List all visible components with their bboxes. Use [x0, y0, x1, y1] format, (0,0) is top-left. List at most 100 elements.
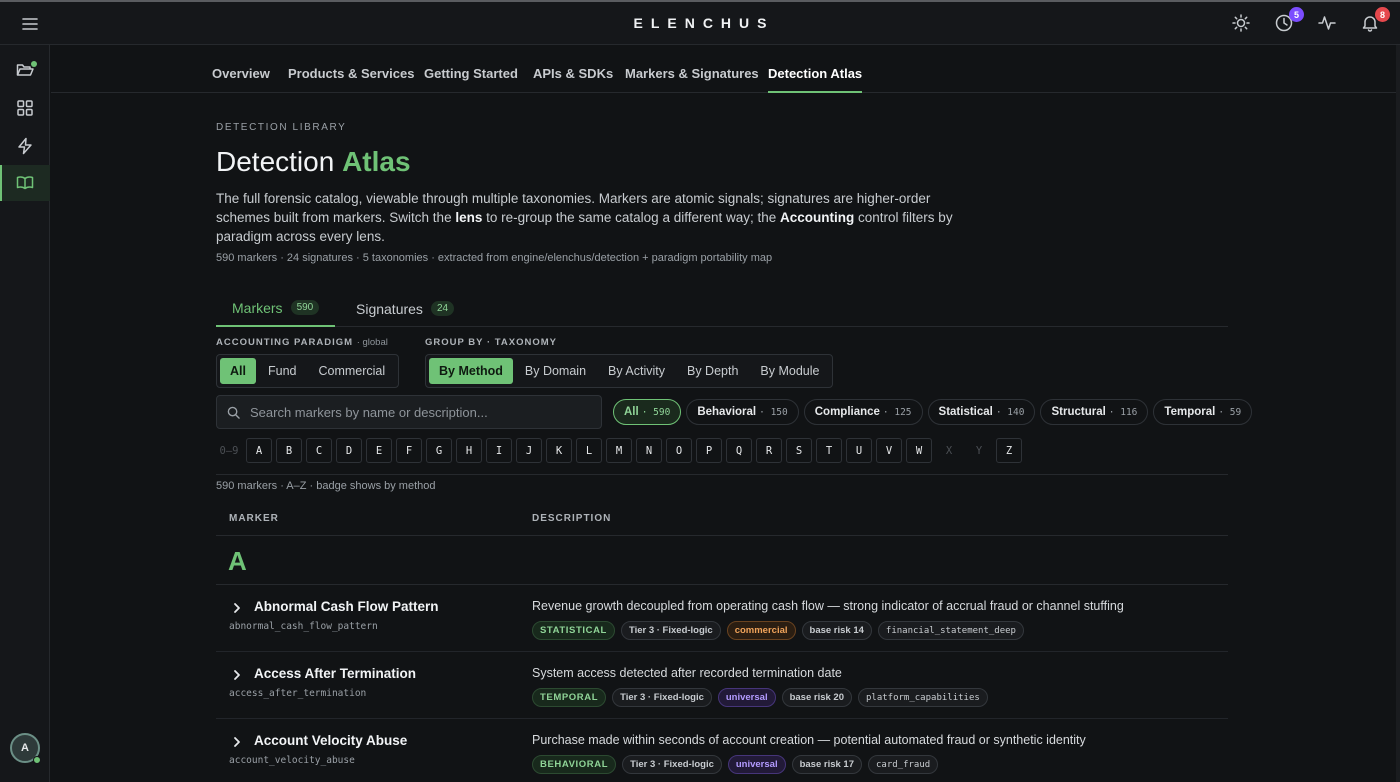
alpha-d[interactable]: D: [336, 438, 362, 463]
tab-label: Signatures: [356, 300, 423, 317]
page-description: The full forensic catalog, viewable thro…: [216, 189, 966, 246]
chip-all[interactable]: All · 590: [613, 399, 682, 425]
status-dot: [31, 61, 37, 67]
chip-behavioral[interactable]: Behavioral · 150: [686, 399, 799, 425]
nav-tab-products-services[interactable]: Products & Services: [288, 45, 414, 93]
alpha-n[interactable]: N: [636, 438, 662, 463]
desc-emphasis-accounting: Accounting: [780, 210, 855, 225]
paradigm-label: ACCOUNTING PARADIGM · global: [216, 337, 388, 348]
nav-tab-overview[interactable]: Overview: [212, 45, 270, 93]
alpha-h[interactable]: H: [456, 438, 482, 463]
alpha-a[interactable]: A: [246, 438, 272, 463]
avatar[interactable]: A: [10, 733, 41, 764]
alpha-j[interactable]: J: [516, 438, 542, 463]
paradigm-option-fund[interactable]: Fund: [258, 358, 307, 384]
sidebar: A: [0, 45, 50, 782]
chip-temporal[interactable]: Temporal · 59: [1153, 399, 1253, 425]
sidebar-item-dashboard[interactable]: [0, 90, 50, 126]
nav-tab-apis-sdks[interactable]: APIs & SDKs: [533, 45, 613, 93]
chip-label: All: [624, 406, 639, 418]
alpha-s[interactable]: S: [786, 438, 812, 463]
search-input[interactable]: [250, 404, 590, 420]
sidebar-item-cases[interactable]: [0, 52, 50, 88]
alpha-x: X: [945, 444, 953, 457]
notifications-bell-icon[interactable]: 8: [1358, 7, 1390, 35]
table-row[interactable]: Account Velocity Abuse account_velocity_…: [216, 719, 1228, 782]
chip-label: Statistical: [938, 406, 993, 418]
alpha-t[interactable]: T: [816, 438, 842, 463]
theme-toggle-sun-icon[interactable]: [1229, 11, 1253, 35]
tab-signatures[interactable]: Signatures 24: [340, 290, 470, 327]
activity-pulse-icon[interactable]: [1315, 11, 1339, 35]
chevron-right-icon[interactable]: [230, 601, 244, 615]
sidebar-item-library[interactable]: [0, 165, 50, 201]
alpha-g[interactable]: G: [426, 438, 452, 463]
alpha-w[interactable]: W: [906, 438, 932, 463]
tab-markers[interactable]: Markers 590: [216, 290, 336, 327]
alpha-o[interactable]: O: [666, 438, 692, 463]
chip-label: Structural: [1051, 406, 1106, 418]
groupby-option-domain[interactable]: By Domain: [515, 358, 596, 384]
alpha-c[interactable]: C: [306, 438, 332, 463]
method-badge: STATISTICAL: [532, 621, 615, 640]
alpha-b[interactable]: B: [276, 438, 302, 463]
alpha-f[interactable]: F: [396, 438, 422, 463]
tab-label: Markers: [232, 299, 283, 316]
groupby-option-depth[interactable]: By Depth: [677, 358, 748, 384]
alpha-q[interactable]: Q: [726, 438, 752, 463]
chip-count: · 59: [1218, 406, 1242, 418]
chip-compliance[interactable]: Compliance · 125: [803, 399, 923, 425]
groupby-option-activity[interactable]: By Activity: [598, 358, 675, 384]
groupby-segmented-control: By Method By Domain By Activity By Depth…: [425, 354, 834, 388]
chevron-right-icon[interactable]: [230, 735, 244, 749]
desc-emphasis-lens: lens: [455, 210, 483, 225]
alpha-m[interactable]: M: [606, 438, 632, 463]
alphabet-index: 0–9 A B C D E F G H I J K L M N O P Q R …: [216, 438, 1022, 463]
paradigm-option-all[interactable]: All: [220, 358, 256, 384]
page-scrollbar[interactable]: [1396, 45, 1400, 782]
alpha-i[interactable]: I: [486, 438, 512, 463]
online-status-dot: [33, 756, 41, 764]
table-row[interactable]: Abnormal Cash Flow Pattern abnormal_cash…: [216, 585, 1228, 652]
alpha-r[interactable]: R: [756, 438, 782, 463]
history-clock-icon[interactable]: 5: [1272, 7, 1304, 35]
notification-badge: 8: [1375, 7, 1390, 22]
chip-structural[interactable]: Structural · 116: [1040, 399, 1149, 425]
alpha-z[interactable]: Z: [996, 438, 1022, 463]
source-badge: card_fraud: [868, 755, 939, 774]
page-title-main: Detection: [216, 146, 335, 177]
lightning-icon: [18, 137, 32, 155]
marker-name: Account Velocity Abuse: [254, 733, 408, 748]
chip-count: · 590: [641, 406, 671, 418]
tab-count: 590: [290, 300, 320, 315]
catalog-tabs: Markers 590 Signatures 24: [216, 290, 1228, 327]
tier-badge: Tier 3 · Fixed-logic: [612, 688, 712, 707]
chip-statistical[interactable]: Statistical · 140: [927, 399, 1036, 425]
column-header-marker: MARKER: [229, 513, 279, 524]
alpha-0-9: 0–9: [219, 444, 239, 457]
nav-tab-getting-started[interactable]: Getting Started: [424, 45, 518, 93]
sidebar-item-automation[interactable]: [0, 128, 50, 164]
alpha-y: Y: [975, 444, 983, 457]
alpha-p[interactable]: P: [696, 438, 722, 463]
chevron-right-icon[interactable]: [230, 668, 244, 682]
top-bar: ELENCHUS 5 8: [0, 2, 1400, 45]
groupby-option-method[interactable]: By Method: [429, 358, 513, 384]
desc-part: to re-group the same catalog a different…: [482, 210, 781, 225]
source-badge: financial_statement_deep: [877, 621, 1024, 640]
alpha-v[interactable]: V: [876, 438, 902, 463]
nav-tab-detection-atlas[interactable]: Detection Atlas: [768, 45, 863, 93]
groupby-option-module[interactable]: By Module: [750, 358, 829, 384]
page-eyebrow: DETECTION LIBRARY: [216, 122, 347, 133]
alpha-u[interactable]: U: [846, 438, 872, 463]
nav-tab-markers-signatures[interactable]: Markers & Signatures: [625, 45, 759, 93]
alpha-e[interactable]: E: [366, 438, 392, 463]
paradigm-option-commercial[interactable]: Commercial: [308, 358, 395, 384]
alpha-k[interactable]: K: [546, 438, 572, 463]
chip-label: Behavioral: [697, 406, 757, 418]
method-filter-chips: All · 590 Behavioral · 150 Compliance · 125…: [613, 399, 1253, 425]
alpha-l[interactable]: L: [576, 438, 602, 463]
marker-slug: access_after_termination: [229, 688, 367, 699]
marker-slug: account_velocity_abuse: [229, 755, 355, 766]
table-row[interactable]: Access After Termination access_after_te…: [216, 652, 1228, 719]
